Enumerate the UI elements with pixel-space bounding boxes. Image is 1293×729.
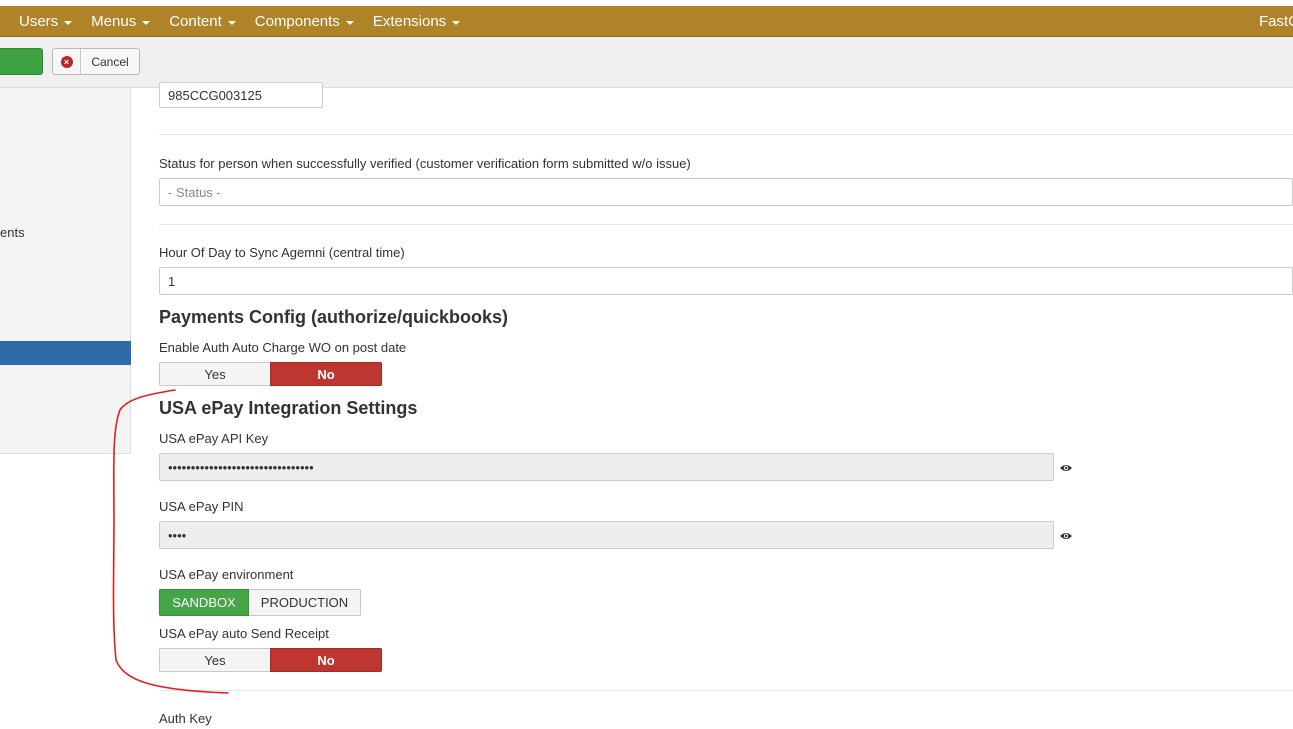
cancel-button[interactable]: × Cancel (52, 48, 140, 75)
caret-down-icon (64, 20, 73, 25)
production-button[interactable]: PRODUCTION (249, 589, 361, 616)
caret-down-icon (227, 20, 236, 25)
environment-toggle: SANDBOX PRODUCTION (159, 589, 361, 616)
auto-charge-no-button[interactable]: No (270, 362, 382, 386)
sandbox-button[interactable]: SANDBOX (159, 589, 249, 616)
auto-charge-yes-button[interactable]: Yes (159, 362, 270, 386)
cancel-icon: × (60, 55, 73, 68)
send-receipt-toggle: Yes No (159, 648, 382, 672)
main-menu: Users Menus Content Components Extension… (19, 6, 479, 37)
cancel-icon-wrap: × (53, 49, 81, 74)
menu-content-label: Content (169, 13, 222, 30)
status-label: Status for person when successfully veri… (159, 156, 691, 171)
divider (159, 690, 1293, 691)
menu-extensions-label: Extensions (372, 13, 447, 30)
sidebar: ents (0, 88, 131, 454)
sync-hour-input[interactable]: 1 (159, 267, 1293, 295)
menu-extensions[interactable]: Extensions (372, 13, 461, 30)
menu-components[interactable]: Components (255, 13, 354, 30)
status-select[interactable]: - Status - (159, 178, 1293, 206)
send-receipt-yes-button[interactable]: Yes (159, 648, 270, 672)
pin-input[interactable]: •••• (159, 521, 1054, 549)
auto-charge-toggle: Yes No (159, 362, 382, 386)
send-receipt-no-button[interactable]: No (270, 648, 382, 672)
top-text-field[interactable]: 985CCG003125 (159, 82, 323, 108)
sync-hour-label: Hour Of Day to Sync Agemni (central time… (159, 245, 405, 260)
show-pin-eye-icon[interactable] (1059, 531, 1073, 541)
menu-components-label: Components (254, 13, 340, 30)
divider (159, 224, 1293, 225)
api-key-label: USA ePay API Key (159, 431, 269, 446)
usaepay-heading: USA ePay Integration Settings (159, 398, 418, 418)
caret-down-icon (345, 20, 354, 25)
show-api-key-eye-icon[interactable] (1059, 463, 1073, 473)
auto-charge-label: Enable Auth Auto Charge WO on post date (159, 340, 407, 355)
caret-down-icon (452, 20, 461, 25)
caret-down-icon (142, 20, 151, 25)
send-receipt-label: USA ePay auto Send Receipt (159, 626, 329, 641)
auth-key-label: Auth Key (159, 711, 212, 726)
site-brand-link[interactable]: FastC (1259, 6, 1293, 37)
menu-users[interactable]: Users (19, 13, 73, 30)
sidebar-item-active[interactable] (0, 341, 131, 365)
divider (159, 134, 1293, 135)
payments-config-heading: Payments Config (authorize/quickbooks) (159, 307, 509, 327)
menu-users-label: Users (19, 13, 59, 30)
pin-label: USA ePay PIN (159, 499, 244, 514)
save-button[interactable] (0, 48, 43, 75)
top-navbar: Users Menus Content Components Extension… (0, 6, 1293, 37)
cancel-button-label: Cancel (91, 54, 129, 69)
action-toolbar: × Cancel (0, 37, 1293, 88)
menu-menus[interactable]: Menus (91, 13, 151, 30)
menu-content[interactable]: Content (169, 13, 236, 30)
menu-menus-label: Menus (91, 13, 137, 30)
environment-label: USA ePay environment (159, 567, 294, 582)
api-key-input[interactable]: •••••••••••••••••••••••••••••••• (159, 453, 1054, 481)
sidebar-item-partial[interactable]: ents (0, 225, 25, 240)
